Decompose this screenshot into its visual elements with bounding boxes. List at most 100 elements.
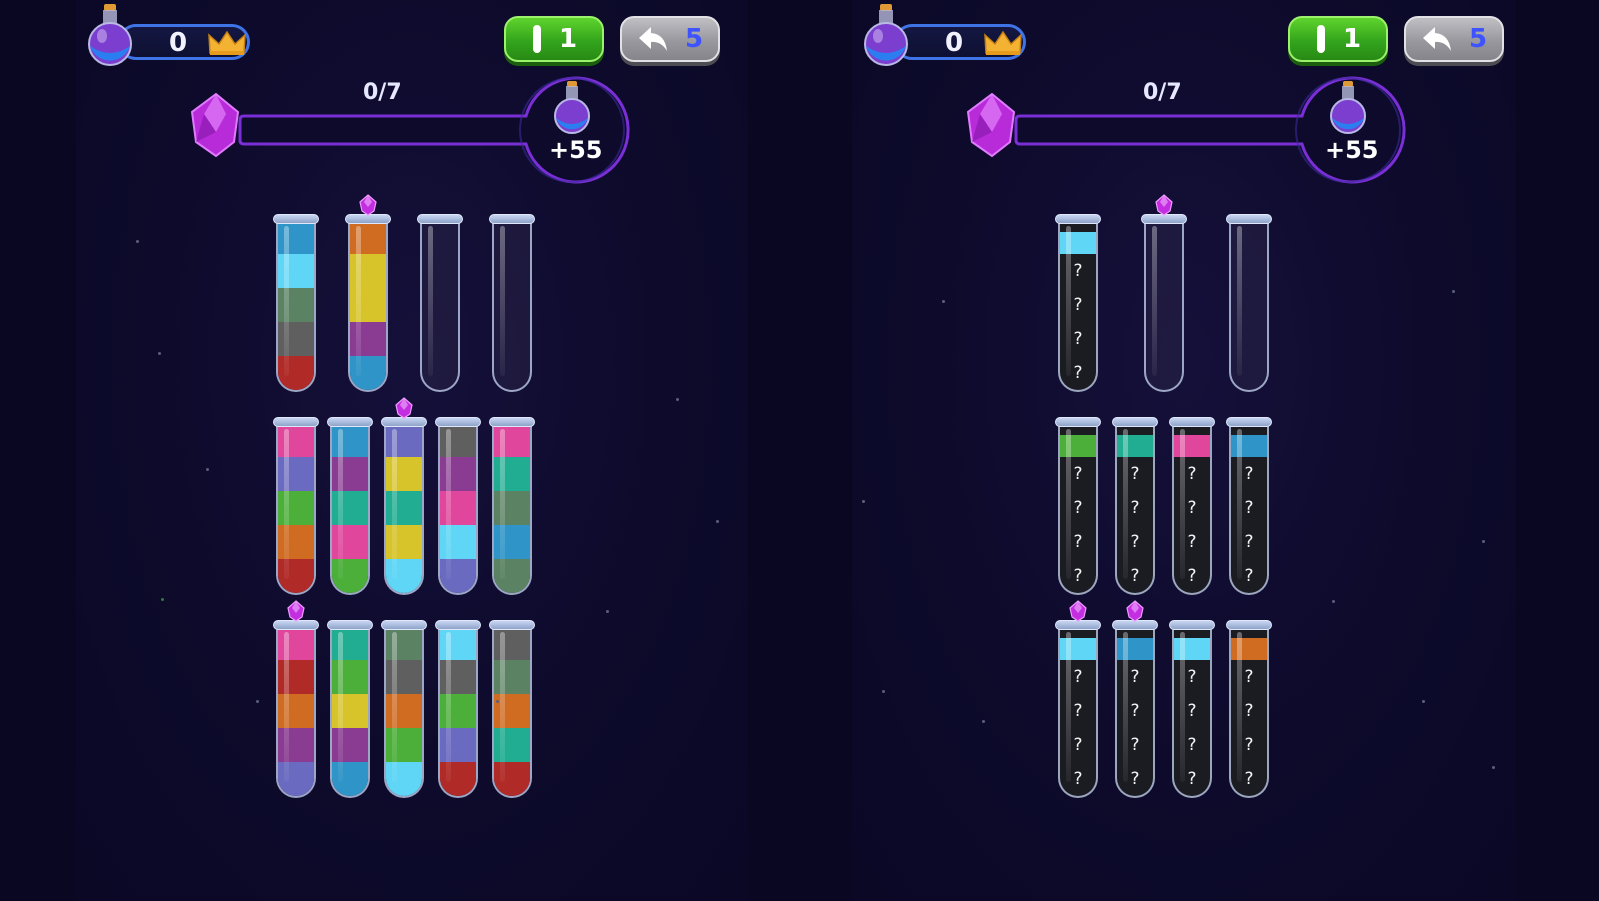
liquid-layer	[332, 559, 368, 593]
liquid-layer	[278, 525, 314, 559]
hidden-layer: ?	[1244, 532, 1254, 552]
test-tube[interactable]: ????	[1058, 628, 1098, 798]
hidden-layer: ?	[1073, 329, 1083, 349]
tube-rim	[1226, 417, 1272, 427]
liquid-layer	[1174, 435, 1210, 457]
background-star	[1492, 766, 1495, 769]
liquid-layer	[386, 491, 422, 525]
hidden-layer: ?	[1073, 295, 1083, 315]
background-star	[982, 720, 985, 723]
reward-label: +55	[549, 136, 603, 164]
liquid-layer	[386, 660, 422, 694]
test-tube[interactable]	[492, 222, 532, 392]
test-tube[interactable]	[348, 222, 388, 392]
liquid-stack: ????	[1231, 638, 1267, 796]
tube-rim	[327, 620, 373, 630]
coin-value: 0	[169, 28, 188, 58]
undo-button[interactable]: 5	[620, 16, 720, 62]
liquid-layer	[494, 628, 530, 660]
test-tube[interactable]	[276, 222, 316, 392]
liquid-layer	[440, 525, 476, 559]
test-tube[interactable]: ????	[1115, 628, 1155, 798]
test-tube[interactable]	[330, 628, 370, 798]
liquid-layer	[332, 660, 368, 694]
game-panel-right: 0 1 5 0/7 +55 ??????????????????????????	[852, 0, 1516, 901]
gem-marker-icon	[1069, 600, 1087, 622]
hidden-layer: ?	[1073, 498, 1083, 518]
liquid-layer	[278, 322, 314, 356]
liquid-layer	[350, 254, 386, 288]
test-tube[interactable]	[384, 425, 424, 595]
test-tube[interactable]	[1144, 222, 1184, 392]
test-tube[interactable]	[384, 628, 424, 798]
test-tube[interactable]	[420, 222, 460, 392]
liquid-layer	[278, 222, 314, 254]
test-tube[interactable]	[276, 425, 316, 595]
liquid-layer	[386, 628, 422, 660]
background-star	[676, 398, 679, 401]
tube-rim	[489, 417, 535, 427]
test-tube[interactable]	[1229, 222, 1269, 392]
undo-button[interactable]: 5	[1404, 16, 1504, 62]
test-tube[interactable]	[438, 628, 478, 798]
background-star	[158, 352, 161, 355]
liquid-stack: ????	[1174, 435, 1210, 593]
hidden-layer: ?	[1187, 735, 1197, 755]
liquid-layer	[278, 660, 314, 694]
liquid-stack	[332, 425, 368, 593]
tube-rim	[435, 620, 481, 630]
liquid-layer	[332, 491, 368, 525]
add-tube-button[interactable]: 1	[1288, 16, 1388, 62]
liquid-layer	[494, 728, 530, 762]
liquid-stack	[494, 425, 530, 593]
liquid-layer	[1231, 435, 1267, 457]
test-tube[interactable]: ????	[1058, 425, 1098, 595]
liquid-layer	[494, 491, 530, 525]
hidden-layer: ?	[1073, 769, 1083, 789]
tube-icon	[1316, 25, 1325, 53]
hidden-layer: ?	[1187, 769, 1197, 789]
liquid-layer	[440, 559, 476, 593]
test-tube[interactable]	[330, 425, 370, 595]
test-tube[interactable]: ????	[1229, 628, 1269, 798]
hidden-layer: ?	[1073, 261, 1083, 281]
liquid-layer	[278, 425, 314, 457]
add-tube-button[interactable]: 1	[504, 16, 604, 62]
liquid-layer	[494, 525, 530, 559]
test-tube[interactable]: ????	[1115, 425, 1155, 595]
add-tube-count: 1	[558, 24, 578, 54]
tube-icon	[532, 25, 541, 53]
tube-rim	[1112, 417, 1158, 427]
hidden-layer: ?	[1130, 667, 1140, 687]
background-star	[1422, 700, 1425, 703]
liquid-layer	[440, 628, 476, 660]
test-tube[interactable]: ????	[1058, 222, 1098, 392]
liquid-layer	[440, 425, 476, 457]
test-tube[interactable]	[438, 425, 478, 595]
hidden-layer: ?	[1130, 464, 1140, 484]
liquid-layer	[494, 762, 530, 796]
liquid-stack: ????	[1060, 638, 1096, 796]
hidden-layer: ?	[1244, 735, 1254, 755]
liquid-layer	[386, 559, 422, 593]
test-tube[interactable]: ????	[1229, 425, 1269, 595]
liquid-layer	[332, 762, 368, 796]
liquid-layer	[278, 288, 314, 322]
hidden-layer: ?	[1187, 566, 1197, 586]
liquid-stack	[440, 425, 476, 593]
test-tube[interactable]	[492, 628, 532, 798]
test-tube[interactable]: ????	[1172, 425, 1212, 595]
test-tube[interactable]: ????	[1172, 628, 1212, 798]
hidden-layer: ?	[1187, 667, 1197, 687]
test-tube[interactable]	[276, 628, 316, 798]
liquid-layer	[386, 728, 422, 762]
liquid-layer	[1060, 232, 1096, 254]
liquid-layer	[278, 491, 314, 525]
hidden-layer: ?	[1130, 769, 1140, 789]
gem-marker-icon	[395, 397, 413, 419]
test-tube[interactable]	[492, 425, 532, 595]
hidden-layer: ?	[1244, 498, 1254, 518]
crown-icon	[984, 30, 1022, 55]
tube-rim	[1169, 620, 1215, 630]
background-star	[136, 240, 139, 243]
